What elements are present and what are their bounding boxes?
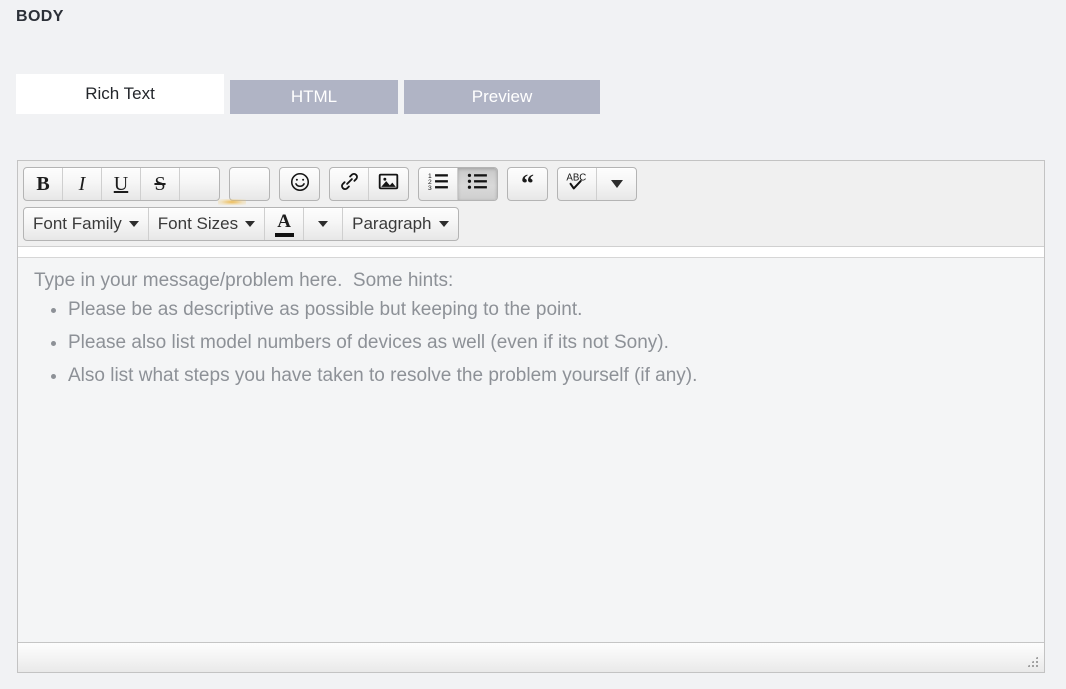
quote-icon: “ — [521, 174, 534, 195]
underline-button[interactable]: U — [102, 168, 141, 200]
insert-link-button[interactable] — [330, 168, 369, 200]
tab-html[interactable]: HTML — [230, 80, 398, 114]
italic-button[interactable]: I — [63, 168, 102, 200]
rendering-artifact — [218, 199, 246, 205]
bold-button[interactable]: B — [24, 168, 63, 200]
toolbar-group-text-style: B I U S — [23, 167, 220, 201]
paragraph-label: Paragraph — [352, 214, 431, 234]
tab-preview[interactable]: Preview — [404, 80, 600, 114]
font-family-select[interactable]: Font Family — [24, 208, 149, 240]
toolbar-row-fonts: Font Family Font Sizes A Par — [23, 206, 1039, 242]
toolbar-group-spellcheck: ABC — [557, 167, 637, 201]
abc-check-icon: ABC — [565, 170, 589, 198]
link-icon — [338, 170, 361, 198]
editor-content-area[interactable]: Type in your message/problem here. Some … — [18, 257, 1044, 642]
insert-image-button[interactable] — [369, 168, 408, 200]
list-item: Please also list model numbers of device… — [68, 327, 1028, 360]
font-family-label: Font Family — [33, 214, 122, 234]
emoticon-button[interactable] — [280, 168, 319, 200]
chevron-down-icon — [611, 180, 623, 188]
blank-button-2[interactable] — [230, 168, 269, 200]
bullet-list-button[interactable] — [458, 168, 497, 200]
tab-rich-text[interactable]: Rich Text — [16, 74, 224, 114]
chevron-down-icon — [439, 221, 449, 227]
text-color-button[interactable]: A — [265, 208, 304, 240]
blank-button-1[interactable] — [180, 168, 219, 200]
paragraph-select[interactable]: Paragraph — [343, 208, 457, 240]
page-title: BODY — [16, 8, 64, 26]
spellcheck-dropdown-button[interactable] — [597, 168, 636, 200]
list-item: Also list what steps you have taken to r… — [68, 360, 1028, 393]
placeholder-hint-list: Please be as descriptive as possible but… — [34, 294, 1028, 393]
editor-mode-tabs: Rich Text HTML Preview — [16, 74, 606, 114]
toolbar-group-blockquote: “ — [507, 167, 548, 201]
strikethrough-button[interactable]: S — [141, 168, 180, 200]
text-color-dropdown-button[interactable] — [304, 208, 343, 240]
svg-text:3: 3 — [427, 185, 431, 192]
toolbar-group-lists: 1 2 3 — [418, 167, 498, 201]
spellcheck-button[interactable]: ABC — [558, 168, 597, 200]
blockquote-button[interactable]: “ — [508, 168, 547, 200]
toolbar-group-blank — [229, 167, 270, 201]
font-sizes-select[interactable]: Font Sizes — [149, 208, 265, 240]
strikethrough-icon: S — [154, 173, 165, 196]
bold-icon: B — [36, 173, 49, 196]
svg-text:ABC: ABC — [566, 173, 586, 184]
smiley-icon — [289, 171, 311, 198]
bullet-list-icon — [466, 170, 489, 198]
image-icon — [377, 170, 400, 198]
toolbar-row-formatting: B I U S — [23, 166, 1039, 202]
chevron-down-icon — [245, 221, 255, 227]
numbered-list-icon: 1 2 3 — [427, 170, 450, 198]
toolbar-group-emoticon — [279, 167, 320, 201]
font-sizes-label: Font Sizes — [158, 214, 238, 234]
underline-icon: U — [114, 173, 128, 196]
editor-toolbar: B I U S — [18, 161, 1044, 247]
toolbar-group-insert — [329, 167, 409, 201]
toolbar-group-font-selectors: Font Family Font Sizes A Par — [23, 207, 459, 241]
rich-text-editor: B I U S — [17, 160, 1045, 673]
chevron-down-icon — [129, 221, 139, 227]
chevron-down-icon — [318, 221, 328, 227]
editor-status-bar — [18, 642, 1044, 672]
list-item: Please be as descriptive as possible but… — [68, 294, 1028, 327]
resize-grip-icon[interactable] — [1026, 655, 1039, 668]
placeholder-lead-text: Type in your message/problem here. Some … — [34, 270, 1028, 292]
italic-icon: I — [79, 173, 86, 196]
numbered-list-button[interactable]: 1 2 3 — [419, 168, 458, 200]
text-color-icon: A — [275, 212, 294, 237]
